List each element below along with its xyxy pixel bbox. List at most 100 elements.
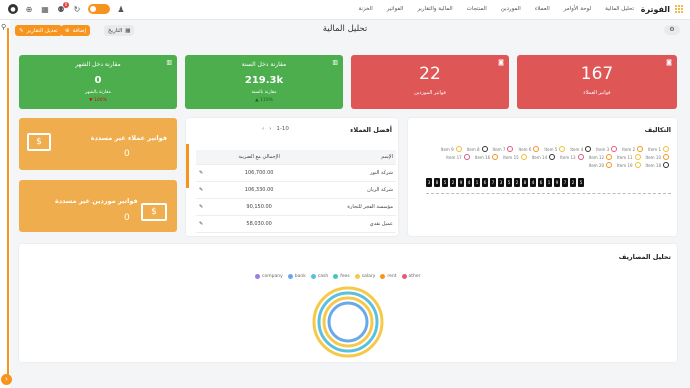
expenses-legend-item[interactable]: other xyxy=(401,274,421,279)
costs-bar: 5 xyxy=(578,178,584,187)
costs-legend-item[interactable]: Item 11 xyxy=(617,154,641,160)
grid-icon[interactable]: ▦ xyxy=(40,4,50,14)
expand-sidebar-icon[interactable]: › xyxy=(1,374,12,385)
costs-legend-item[interactable]: Item 14 xyxy=(532,154,556,160)
legend-swatch xyxy=(255,274,260,279)
costs-bar: 7 xyxy=(490,178,496,187)
card-value: 0 xyxy=(124,213,130,223)
costs-legend-item[interactable]: Item 20 xyxy=(588,162,613,168)
table-row[interactable]: ✎ 90,150.00 مؤسسة الفجر للتجارة xyxy=(196,198,396,216)
costs-axis-line xyxy=(426,193,671,194)
expenses-legend-item[interactable]: salary xyxy=(354,274,376,279)
card-value: 0 xyxy=(124,149,130,159)
cell-name: شركة الريان xyxy=(302,181,396,199)
legend-swatch xyxy=(481,146,488,152)
edit-icon[interactable]: ✎ xyxy=(196,198,216,216)
costs-bar: 4 xyxy=(530,178,536,187)
app-grid-logo-icon[interactable] xyxy=(675,5,684,14)
notifications-icon[interactable]: ⚉ 0 xyxy=(56,2,69,14)
nav-item[interactable]: لوحة الأوامر xyxy=(564,6,591,12)
history-icon[interactable]: ↻ xyxy=(72,4,82,14)
legend-swatch xyxy=(634,162,641,168)
nav-item[interactable]: الموردين xyxy=(501,6,521,12)
legend-swatch xyxy=(401,274,407,279)
legend-swatch xyxy=(577,154,584,160)
nav-item[interactable]: المالية والتقارير xyxy=(417,6,452,12)
mode-toggle[interactable] xyxy=(88,4,110,14)
legend-label: Item 1 xyxy=(648,146,661,152)
settings-icon[interactable]: ⚙ xyxy=(664,25,680,35)
costs-bar: 3 xyxy=(426,178,432,187)
bell-icon[interactable]: ♟ xyxy=(116,4,126,14)
best-customers-panel: أفضل العملاء ‹ › 1-10 الإجمالي مع الضريب… xyxy=(186,118,398,236)
card-title: فواتير موردين غير مسددة xyxy=(55,197,138,205)
monthly-income-card: ▥ مقارنة دخل الشهر 0 مقارنة بالشهر ▼ 100… xyxy=(19,55,177,109)
nav-item[interactable]: تحليل المالية xyxy=(605,6,634,12)
costs-legend-item[interactable]: Item 6 xyxy=(518,146,540,152)
globe-icon[interactable]: ⊕ xyxy=(24,4,34,14)
costs-legend-item[interactable]: Item 13 xyxy=(560,154,584,160)
table-row[interactable]: ✎ 106,700.00 شركة النور xyxy=(196,164,396,182)
expenses-legend-item[interactable]: fees xyxy=(333,274,350,279)
costs-legend-item[interactable]: Item 7 xyxy=(493,146,514,152)
column-header[interactable]: الإجمالي مع الضريبة xyxy=(216,150,303,165)
costs-legend-item[interactable]: Item 8 xyxy=(467,146,488,152)
costs-bar: 1 xyxy=(546,178,552,187)
legend-label: other xyxy=(408,274,421,279)
costs-bar: 2 xyxy=(570,178,576,187)
legend-label: Item 9 xyxy=(440,146,454,152)
costs-legend-item[interactable]: Item 2 xyxy=(622,146,644,152)
legend-label: Item 12 xyxy=(588,154,605,160)
table-header-row: الإجمالي مع الضريبة الإسم xyxy=(196,150,396,165)
costs-legend-item[interactable]: Item 9 xyxy=(441,146,462,152)
costs-legend-item[interactable]: Item 12 xyxy=(588,154,613,160)
costs-legend-item[interactable]: Item 15 xyxy=(503,154,527,160)
card-title: فواتير عملاء غير مسددة xyxy=(90,134,167,142)
costs-legend-item[interactable]: Item 18 xyxy=(646,162,669,168)
expenses-legend-item[interactable]: bank xyxy=(287,274,306,279)
costs-bar: 9 xyxy=(554,178,560,187)
app-brand[interactable]: الفوترة xyxy=(641,5,670,14)
costs-legend-item[interactable]: Item 4 xyxy=(570,146,592,152)
costs-legend-item[interactable]: Item 17 xyxy=(446,154,470,160)
costs-bar: 3 xyxy=(498,178,504,187)
costs-legend-item[interactable]: Item 1 xyxy=(648,146,669,152)
donut-ring xyxy=(327,301,369,343)
expenses-legend-item[interactable]: cash xyxy=(310,274,328,279)
costs-legend-item[interactable]: Item 3 xyxy=(596,146,618,152)
costs-bar: 2 xyxy=(514,178,520,187)
table-row[interactable]: ✎ 58,030.00 عميل نقدي xyxy=(196,215,396,233)
table-row[interactable]: ✎ 106,330.00 شركة الريان xyxy=(196,181,396,199)
prev-page-icon[interactable]: ‹ xyxy=(262,126,264,132)
cell-name: مؤسسة الفجر للتجارة xyxy=(302,198,396,216)
edit-icon[interactable]: ✎ xyxy=(196,181,216,199)
costs-legend-item[interactable]: Item 19 xyxy=(617,162,641,168)
expenses-donut-chart xyxy=(312,286,384,358)
edit-icon[interactable]: ✎ xyxy=(196,164,216,182)
yearly-income-card: ▥ مقارنة دخل السنة 219.3k مقارنة بالسنة … xyxy=(185,55,343,109)
nav-item[interactable]: الخزنة xyxy=(358,6,372,12)
expenses-legend-item[interactable]: company xyxy=(255,274,283,279)
edit-icon[interactable]: ✎ xyxy=(196,215,216,233)
card-value: 167 xyxy=(580,64,614,84)
expenses-legend: company bank cash fees salary rent other xyxy=(255,274,421,279)
expenses-legend-item[interactable]: rent xyxy=(380,274,397,279)
user-avatar[interactable]: ● xyxy=(8,4,18,14)
legend-label: Item 20 xyxy=(588,162,605,168)
pager: ‹ › 1-10 xyxy=(262,126,289,132)
legend-swatch xyxy=(287,274,293,279)
costs-legend-item[interactable]: Item 5 xyxy=(544,146,566,152)
costs-legend-item[interactable]: Item 10 xyxy=(646,154,669,160)
next-page-icon[interactable]: › xyxy=(269,126,271,132)
nav-item[interactable]: الفواتير xyxy=(387,6,404,12)
nav-item[interactable]: العملاء xyxy=(535,6,550,12)
legend-label: salary xyxy=(361,274,376,279)
nav-item[interactable]: المنتجات xyxy=(467,6,487,12)
costs-legend-item[interactable]: Item 16 xyxy=(475,154,499,160)
cell-total: 90,150.00 xyxy=(216,198,303,216)
legend-swatch xyxy=(663,162,669,168)
legend-label: Item 11 xyxy=(617,154,633,160)
rail-divider xyxy=(7,28,9,378)
costs-bar: 4 xyxy=(466,178,472,187)
column-header[interactable]: الإسم xyxy=(302,150,396,165)
